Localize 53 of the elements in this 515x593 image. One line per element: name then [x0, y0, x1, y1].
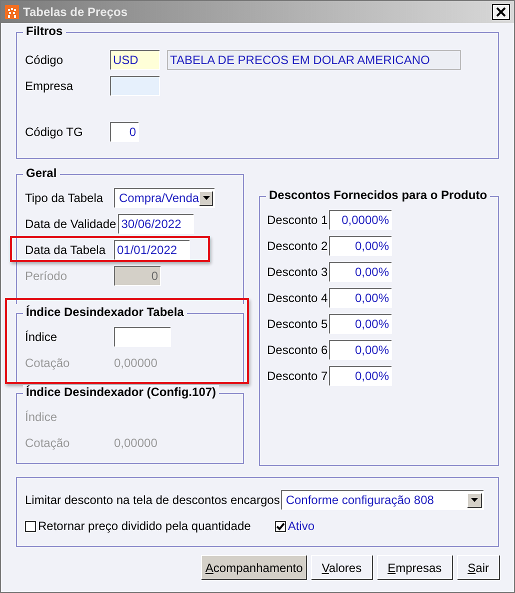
field-label: Índice [25, 410, 58, 424]
field-label: Desconto 4 [267, 291, 329, 305]
discount-field[interactable]: 0,00% [329, 288, 392, 308]
window-title: Tabelas de Preços [23, 5, 128, 19]
dialog-button[interactable]: Empresas [376, 555, 453, 580]
checkbox-label: Retornar preço dividido pela quantidade [38, 519, 251, 533]
field-label: Desconto 1 [267, 213, 329, 227]
group-title: Índice Desindexador (Config.107) [23, 385, 220, 399]
field-label: Desconto 7 [267, 369, 329, 383]
field-label: Índice [25, 330, 58, 344]
discount-field[interactable]: 0,00% [329, 262, 392, 282]
field-label: Data de Validade [25, 217, 116, 231]
checkbox[interactable] [274, 520, 286, 532]
discount-field[interactable]: 0,00% [329, 340, 392, 360]
field-label: Limitar desconto na tela de descontos encargos [25, 493, 280, 507]
discount-limit-dropdown[interactable]: Conforme configuração 808 [280, 490, 484, 510]
field-label: Período [25, 269, 68, 283]
checkbox-label: Ativo [288, 519, 314, 533]
date-field[interactable]: 01/01/2022 [114, 240, 190, 260]
discount-field[interactable]: 0,00% [329, 314, 392, 334]
group-title: Geral [23, 166, 60, 180]
group-title: Descontos Fornecidos para o Produto [266, 188, 490, 202]
field-label: Cotação [25, 356, 71, 370]
discount-field[interactable]: 0,0000% [329, 210, 392, 230]
discount-field[interactable]: 0,00% [329, 366, 392, 386]
field-label: Desconto 5 [267, 317, 329, 331]
quote-value: 0,00000 [114, 436, 158, 450]
field-label: Data da Tabela [25, 243, 107, 257]
description-field: TABELA DE PRECOS EM DOLAR AMERICANO [167, 50, 461, 70]
field-label: Desconto 2 [267, 239, 329, 253]
close-button[interactable] [492, 4, 510, 20]
dialog-button[interactable]: Sair [456, 555, 500, 580]
tg-code-field[interactable]: 0 [110, 122, 139, 142]
group-title: Filtros [23, 24, 66, 38]
app-icon [5, 5, 19, 19]
date-field[interactable]: 30/06/2022 [118, 214, 194, 234]
field-label: Tipo da Tabela [25, 191, 104, 205]
code-field[interactable]: USD [110, 50, 160, 70]
field-label: Código [25, 53, 64, 67]
dialog-button[interactable]: Acompanhamento [201, 555, 307, 580]
group-title: Índice Desindexador Tabela [23, 305, 187, 319]
field-label: Cotação [25, 436, 71, 450]
table-type-dropdown[interactable]: Compra/Venda [114, 188, 215, 208]
company-field[interactable] [110, 76, 160, 96]
field-label: Empresa [25, 79, 74, 93]
field-label: Desconto 6 [267, 343, 329, 357]
dialog-button[interactable]: Valores [310, 555, 373, 580]
discount-field[interactable]: 0,00% [329, 236, 392, 256]
index-field[interactable] [114, 327, 171, 347]
checkbox[interactable] [25, 520, 36, 532]
field-label: Desconto 3 [267, 265, 329, 279]
quote-value: 0,00000 [114, 356, 158, 370]
field-label: Código TG [25, 125, 84, 139]
